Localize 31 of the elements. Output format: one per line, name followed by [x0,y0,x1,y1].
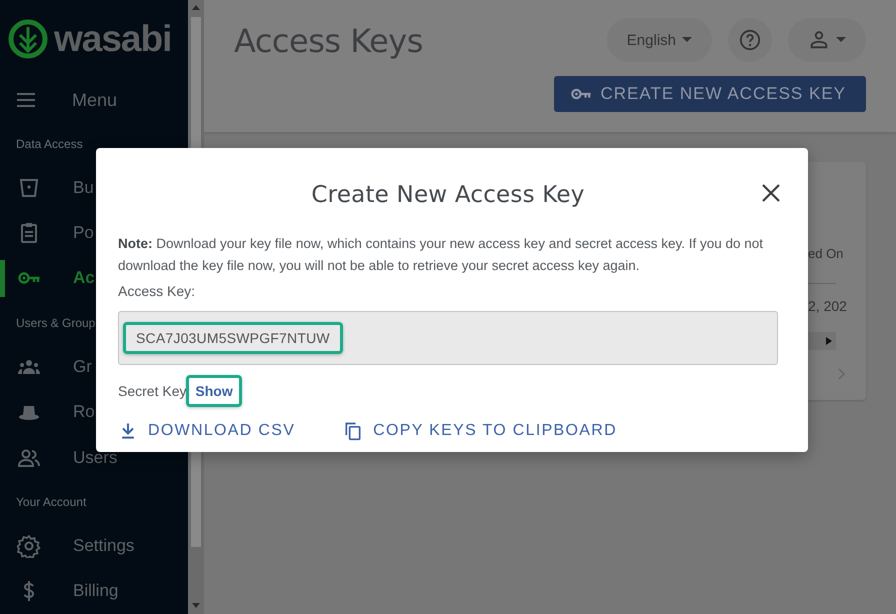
table-cell: 2, 202 [808,298,847,314]
logo-text: wasabi [54,18,172,60]
note-text: Note: Download your key file now, which contains your new access key and secret access key. If you do not download the key file now, you will not be able to retrieve your secret access key again. [118,235,764,275]
gear-icon [17,534,41,558]
sidebar-item[interactable]: Settings [0,524,188,569]
help-icon [739,29,761,51]
show-secret-link[interactable]: Show [186,375,242,407]
page-title: Access Keys [234,22,423,62]
sidebar-item[interactable]: Billing [0,568,188,614]
menu-label: Menu [72,90,118,111]
section-heading: Data Access [15,136,84,153]
logo-icon [8,19,48,60]
column-header: ed On [808,246,844,261]
menu-icon[interactable] [16,92,36,108]
access-key-value: SCA7J03UM5SWPGF7NTUW [123,322,343,354]
copy-icon [343,421,364,441]
scroll-arrow-icon[interactable] [826,337,832,345]
section-heading: Your Account [15,494,88,511]
access-key-field[interactable]: SCA7J03UM5SWPGF7NTUW [118,311,778,365]
access-key-label: Access Key: [118,283,196,299]
language-dropdown[interactable]: English [606,18,712,62]
dialog-title: Create New Access Key [311,182,585,208]
sidebar-item[interactable]: Bu [0,165,188,211]
account-menu-button[interactable] [788,18,866,62]
help-button[interactable] [728,18,772,62]
user-icon [808,29,830,51]
create-access-key-button[interactable]: CREATE NEW ACCESS KEY [554,76,866,112]
copy-keys-button[interactable]: COPY KEYS TO CLIPBOARD [343,421,617,441]
caret-icon [682,37,692,43]
caret-icon [836,37,846,43]
close-button[interactable] [760,182,782,204]
